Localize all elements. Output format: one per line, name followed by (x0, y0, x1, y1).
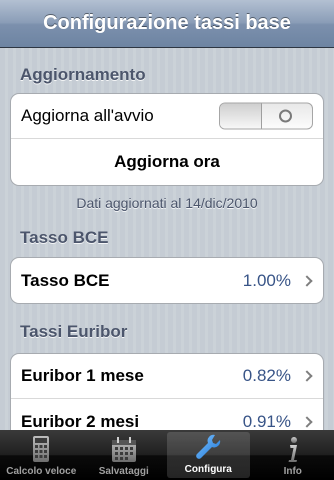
update-on-launch-row: Aggiorna all'avvio (11, 94, 323, 139)
calendar-icon (111, 437, 136, 462)
euribor-2m-label: Euribor 2 mesi (21, 411, 140, 431)
settings-table[interactable]: Aggiornamento Aggiorna all'avvio Aggiorn… (0, 48, 334, 430)
group-bce: Tasso BCE 1.00% (10, 257, 324, 304)
euribor-1m-row[interactable]: Euribor 1 mese 0.82% (11, 354, 323, 399)
group-euribor: Euribor 1 mese 0.82% Euribor 2 mesi 0.91… (10, 353, 324, 430)
euribor-2m-value: 0.91% (242, 411, 291, 431)
update-on-launch-switch[interactable] (219, 102, 313, 130)
page-title: Configurazione tassi base (43, 12, 291, 34)
euribor-1m-label: Euribor 1 mese (21, 366, 144, 385)
tab-bar: Calcolo veloce Salvataggi Configura Info (0, 430, 334, 480)
update-now-button[interactable]: Aggiorna ora (11, 139, 323, 185)
section-header-bce: Tasso BCE (20, 228, 109, 247)
euribor-1m-value: 0.82% (242, 366, 291, 385)
switch-knob[interactable] (220, 103, 262, 129)
tab-configura[interactable]: Configura (167, 432, 250, 478)
bce-rate-row[interactable]: Tasso BCE 1.00% (11, 258, 323, 303)
chevron-right-icon (301, 370, 313, 382)
tab-label: Configura (184, 464, 232, 475)
section-header-euribor: Tassi Euribor (20, 322, 128, 341)
calculator-icon (33, 436, 50, 462)
tab-label: Calcolo veloce (6, 466, 77, 477)
update-on-launch-label: Aggiorna all'avvio (21, 106, 154, 125)
section-header-aggiornamento: Aggiornamento (20, 65, 146, 84)
chevron-right-icon (301, 274, 313, 287)
update-now-label: Aggiorna ora (114, 152, 220, 171)
euribor-2m-row[interactable]: Euribor 2 mesi 0.91% (11, 399, 323, 430)
switch-off-indicator-icon (279, 109, 292, 123)
group-aggiornamento: Aggiorna all'avvio Aggiorna ora (10, 93, 324, 186)
wrench-icon (196, 434, 221, 459)
chevron-right-icon (301, 415, 313, 428)
tab-info[interactable]: Info (252, 430, 334, 480)
bce-rate-label: Tasso BCE (21, 270, 110, 290)
tab-calcolo-veloce[interactable]: Calcolo veloce (0, 430, 83, 480)
last-update-note: Dati aggiornati al 14/dic/2010 (76, 195, 258, 211)
tab-label: Info (283, 466, 302, 477)
tab-salvataggi[interactable]: Salvataggi (83, 430, 166, 480)
tab-label: Salvataggi (98, 466, 149, 477)
bce-rate-value: 1.00% (242, 270, 291, 290)
info-icon (288, 437, 297, 462)
navigation-bar: Configurazione tassi base (0, 0, 334, 48)
